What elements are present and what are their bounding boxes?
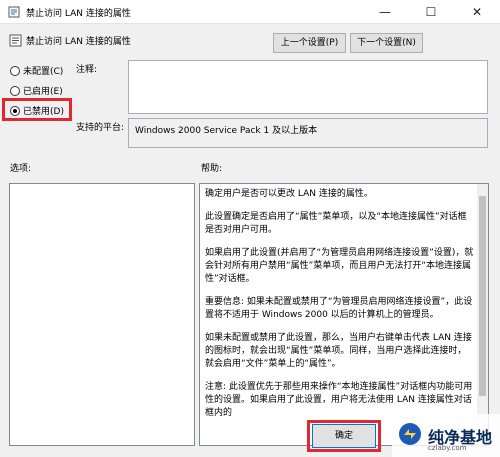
next-setting-button[interactable]: 下一个设置(N) [350, 33, 423, 53]
watermark-logo-icon [399, 423, 421, 445]
scrollbar-thumb[interactable] [479, 196, 486, 396]
policy-settings-icon [8, 6, 20, 18]
help-scrollbar[interactable] [477, 184, 488, 445]
supported-platform-label: 支持的平台: [76, 123, 125, 133]
close-button[interactable]: ✕ [454, 0, 500, 24]
supported-platform-field: Windows 2000 Service Pack 1 及以上版本 [128, 118, 488, 148]
options-label: 选项: [10, 164, 32, 174]
comment-textarea[interactable] [128, 60, 488, 114]
window-title: 禁止访问 LAN 连接的属性 [26, 9, 131, 19]
comment-label: 注释: [76, 65, 98, 75]
minimize-button[interactable]: — [362, 0, 408, 24]
help-paragraph: 确定用户是否可以更改 LAN 连接的属性。 [205, 189, 373, 199]
policy-name: 禁止访问 LAN 连接的属性 [26, 37, 131, 47]
radio-button[interactable] [10, 65, 20, 76]
help-paragraph: 如果未配置或禁用了此设置，那么，当用户右键单击代表 LAN 连接的图标时，就会出… [205, 333, 472, 369]
radio-enabled[interactable]: 已启用(E) [10, 84, 63, 98]
radio-button[interactable] [10, 85, 20, 96]
radio-label: 已启用(E) [23, 87, 63, 97]
radio-not-configured[interactable]: 未配置(C) [10, 64, 63, 78]
highlight-box [307, 420, 381, 452]
radio-label: 未配置(C) [23, 67, 64, 77]
help-paragraph: 此设置确定是否启用了“属性”菜单项，以及“本地连接属性”对话框是否对用户可用。 [205, 212, 467, 235]
maximize-button[interactable]: ☐ [408, 0, 454, 24]
previous-setting-button[interactable]: 上一个设置(P) [273, 33, 346, 53]
watermark: 纯净基地 czlaby.com [392, 414, 500, 457]
help-label: 帮助: [201, 164, 223, 174]
help-paragraph: 如果启用了此设置(并启用了“为管理员启用网络连接设置”设置)，就会针对所有用户禁… [205, 248, 474, 284]
highlight-box [2, 98, 72, 121]
help-pane: 确定用户是否可以更改 LAN 连接的属性。 此设置确定是否启用了“属性”菜单项，… [199, 183, 489, 446]
title-bar: 禁止访问 LAN 连接的属性 — ☐ ✕ [0, 0, 500, 24]
policy-settings-icon [9, 34, 22, 47]
options-pane [9, 183, 195, 446]
help-paragraph: 重要信息: 如果未配置或禁用了“为管理员启用网络连接设置”，此设置将不适用于 W… [205, 297, 473, 320]
watermark-url: czlaby.com [428, 444, 467, 452]
